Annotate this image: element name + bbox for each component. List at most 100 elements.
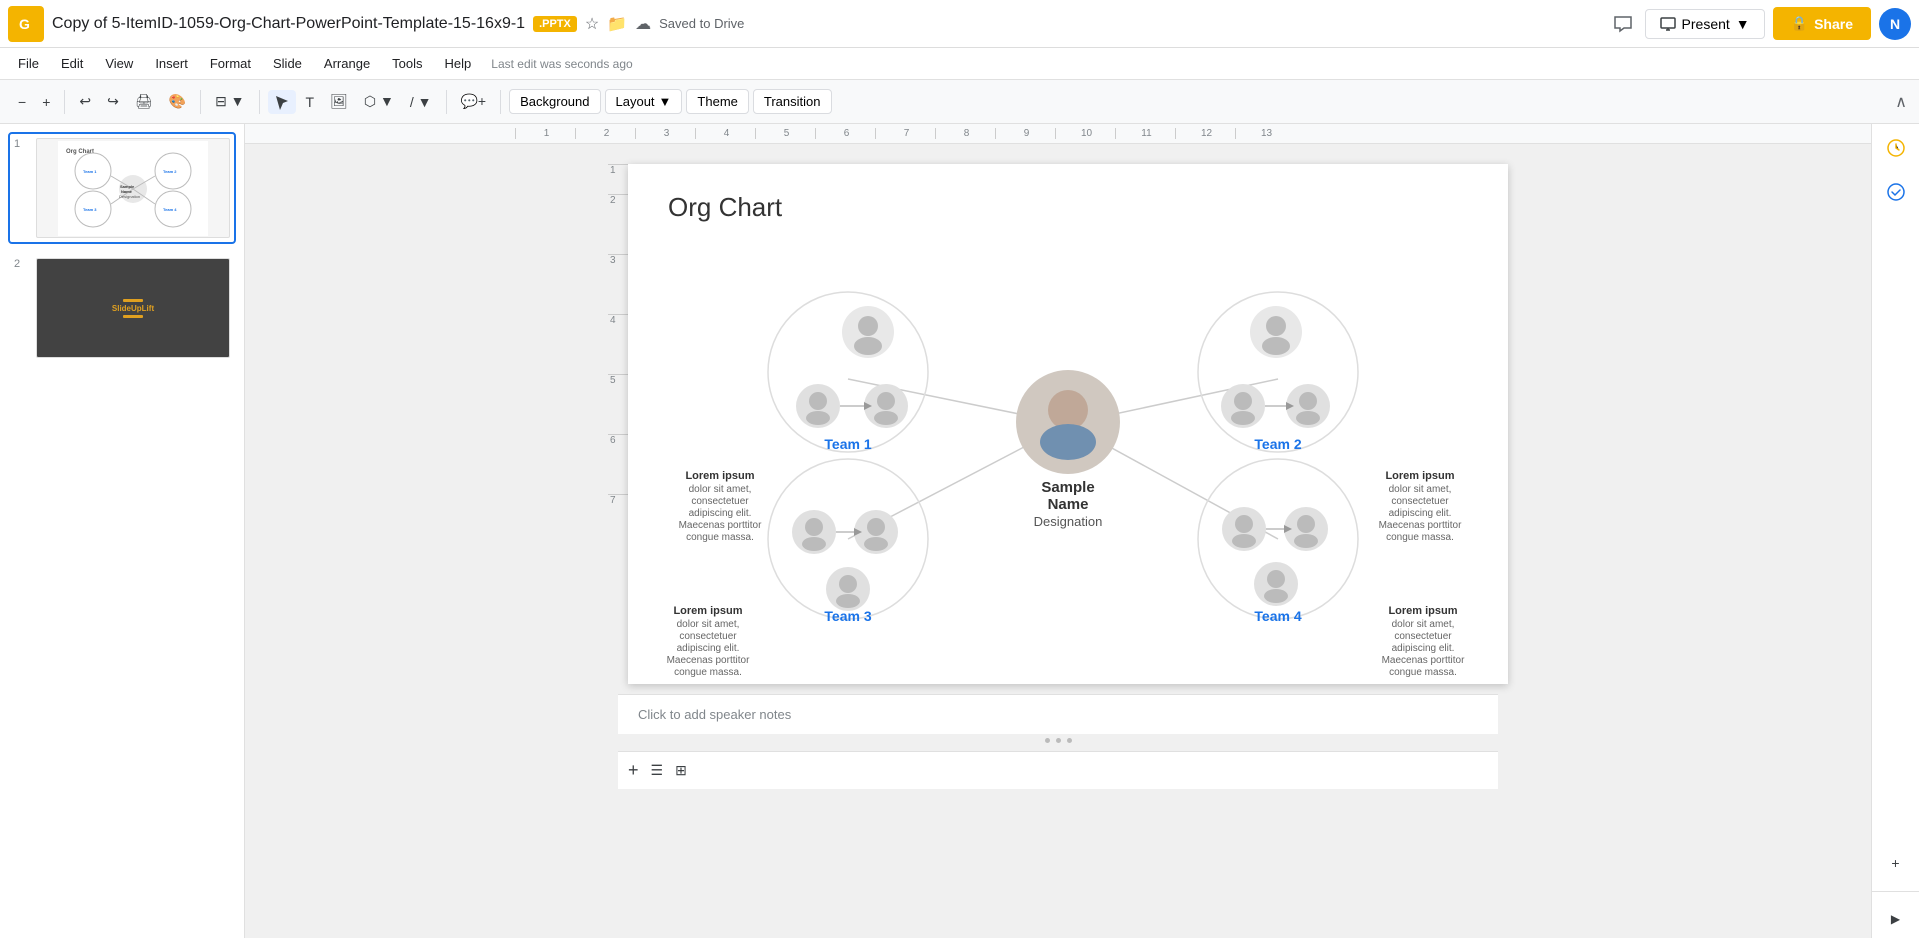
svg-text:consectetuer: consectetuer: [1391, 496, 1449, 507]
save-status: Saved to Drive: [659, 16, 744, 31]
svg-text:congue massa.: congue massa.: [1389, 667, 1457, 678]
speaker-notes[interactable]: Click to add speaker notes: [618, 694, 1498, 734]
zoom-out-button[interactable]: −: [12, 90, 32, 114]
slide-number-2: 2: [14, 258, 30, 270]
menu-slide[interactable]: Slide: [263, 52, 312, 75]
text-tool-button[interactable]: T: [300, 90, 321, 114]
org-chart-svg: Team 1: [628, 224, 1508, 684]
svg-text:dolor sit amet,: dolor sit amet,: [1392, 619, 1455, 630]
print-button[interactable]: 🖨: [129, 89, 159, 114]
sidebar: 1 Org Chart Team 1: [0, 124, 245, 938]
right-panel-collapse-button[interactable]: ▶: [1885, 908, 1906, 930]
topbar-right: Present ▼ 🔒 Share N: [1609, 7, 1911, 40]
vertical-ruler: 1 2 3 4 5 6 7: [608, 164, 628, 554]
toolbar-sep-5: [500, 90, 501, 114]
transition-button[interactable]: Transition: [753, 89, 832, 114]
menu-arrange[interactable]: Arrange: [314, 52, 380, 75]
menu-edit[interactable]: Edit: [51, 52, 93, 75]
comment-button[interactable]: [1609, 10, 1637, 38]
svg-text:Team 1: Team 1: [83, 169, 97, 174]
doc-title-text: Copy of 5-ItemID-1059-Org-Chart-PowerPoi…: [52, 15, 525, 33]
svg-text:Team 4: Team 4: [1254, 608, 1301, 624]
horizontal-ruler: 1 2 3 4 5 6 7 8 9 10 11 12 13: [245, 124, 1871, 144]
present-label: Present: [1682, 16, 1730, 32]
svg-text:G: G: [19, 16, 30, 32]
right-sidebar: + ▶: [1871, 124, 1919, 938]
layout-button[interactable]: Layout ▼: [605, 89, 683, 114]
menu-tools[interactable]: Tools: [382, 52, 432, 75]
right-panel-icon-1[interactable]: [1880, 132, 1912, 164]
svg-text:Lorem ipsum: Lorem ipsum: [1388, 605, 1457, 617]
line-tool-button[interactable]: / ▼: [404, 90, 438, 114]
zoom-dropdown-button[interactable]: ⊟ ▼: [209, 89, 250, 114]
background-label: Background: [520, 94, 589, 109]
redo-button[interactable]: ↪: [101, 89, 125, 114]
cursor-tool-button[interactable]: [268, 90, 296, 114]
menu-view[interactable]: View: [95, 52, 143, 75]
comment-add-button[interactable]: 💬+: [455, 89, 493, 114]
background-button[interactable]: Background: [509, 89, 600, 114]
theme-button[interactable]: Theme: [686, 89, 748, 114]
svg-text:dolor sit amet,: dolor sit amet,: [689, 484, 752, 495]
svg-text:Team 4: Team 4: [163, 207, 177, 212]
undo-button[interactable]: ↩: [73, 89, 97, 114]
image-insert-button[interactable]: 🖼: [324, 89, 354, 114]
user-avatar[interactable]: N: [1879, 8, 1911, 40]
svg-text:Maecenas porttitor: Maecenas porttitor: [667, 655, 750, 666]
file-type-badge: .PPTX: [533, 16, 577, 32]
slide-thumbnail-2[interactable]: 2 SlideUpLift: [8, 252, 236, 364]
slide-thumb-img-1: Org Chart Team 1 Team 2 Team 3: [36, 138, 230, 238]
paint-format-button[interactable]: 🎨: [163, 89, 192, 114]
slide-canvas-wrap: 1 2 3 4 5 6 7 Org Chart: [608, 164, 1508, 938]
svg-text:Lorem ipsum: Lorem ipsum: [673, 605, 742, 617]
slide-thumbnail-1[interactable]: 1 Org Chart Team 1: [8, 132, 236, 244]
svg-text:Maecenas porttitor: Maecenas porttitor: [679, 520, 762, 531]
svg-text:Name: Name: [1048, 496, 1089, 513]
present-button[interactable]: Present ▼: [1645, 9, 1765, 39]
notes-placeholder: Click to add speaker notes: [638, 707, 791, 722]
theme-label: Theme: [697, 94, 737, 109]
menu-insert[interactable]: Insert: [145, 52, 198, 75]
share-label: Share: [1814, 16, 1853, 32]
app-logo: G: [8, 6, 44, 42]
collapse-toolbar-button[interactable]: ∧: [1895, 92, 1907, 112]
add-slide-button[interactable]: +: [622, 756, 645, 785]
slide-grid-view-button[interactable]: ⊞: [669, 758, 693, 783]
svg-text:Sample: Sample: [1041, 479, 1094, 496]
svg-text:Designation: Designation: [1034, 514, 1103, 529]
svg-text:adipiscing elit.: adipiscing elit.: [689, 508, 752, 519]
svg-text:Lorem ipsum: Lorem ipsum: [685, 470, 754, 482]
right-panel-icon-2[interactable]: [1880, 176, 1912, 208]
topbar: G Copy of 5-ItemID-1059-Org-Chart-PowerP…: [0, 0, 1919, 48]
share-button[interactable]: 🔒 Share: [1773, 7, 1871, 40]
menu-format[interactable]: Format: [200, 52, 261, 75]
svg-text:congue massa.: congue massa.: [674, 667, 742, 678]
shapes-button[interactable]: ⬡ ▼: [358, 89, 400, 114]
slide-thumb-img-2: SlideUpLift: [36, 258, 230, 358]
svg-text:Team 2: Team 2: [1254, 436, 1301, 452]
menu-file[interactable]: File: [8, 52, 49, 75]
svg-text:consectetuer: consectetuer: [679, 631, 737, 642]
title-area: Copy of 5-ItemID-1059-Org-Chart-PowerPoi…: [52, 14, 1601, 34]
svg-text:consectetuer: consectetuer: [691, 496, 749, 507]
last-edit-text: Last edit was seconds ago: [491, 57, 632, 71]
svg-text:Team 1: Team 1: [824, 436, 871, 452]
right-panel-expand-button[interactable]: +: [1885, 851, 1905, 875]
cloud-icon[interactable]: ☁: [635, 14, 651, 34]
slide-number-1: 1: [14, 138, 30, 150]
layout-dropdown-icon: ▼: [659, 94, 672, 109]
svg-text:Designation: Designation: [119, 194, 140, 199]
slide-canvas[interactable]: Org Chart: [628, 164, 1508, 684]
expand-handle[interactable]: [1045, 738, 1072, 743]
svg-text:dolor sit amet,: dolor sit amet,: [677, 619, 740, 630]
svg-text:congue massa.: congue massa.: [1386, 532, 1454, 543]
zoom-in-button[interactable]: +: [36, 90, 56, 114]
folder-icon[interactable]: 📁: [607, 14, 627, 34]
menubar: File Edit View Insert Format Slide Arran…: [0, 48, 1919, 80]
ruler-marks: 1 2 3 4 5 6 7 8 9 10 11 12 13: [515, 128, 1295, 139]
menu-help[interactable]: Help: [435, 52, 482, 75]
lock-icon: 🔒: [1791, 15, 1808, 32]
star-icon[interactable]: ☆: [585, 14, 599, 34]
slide-list-view-button[interactable]: ☰: [645, 758, 670, 783]
present-dropdown-icon[interactable]: ▼: [1736, 16, 1750, 32]
